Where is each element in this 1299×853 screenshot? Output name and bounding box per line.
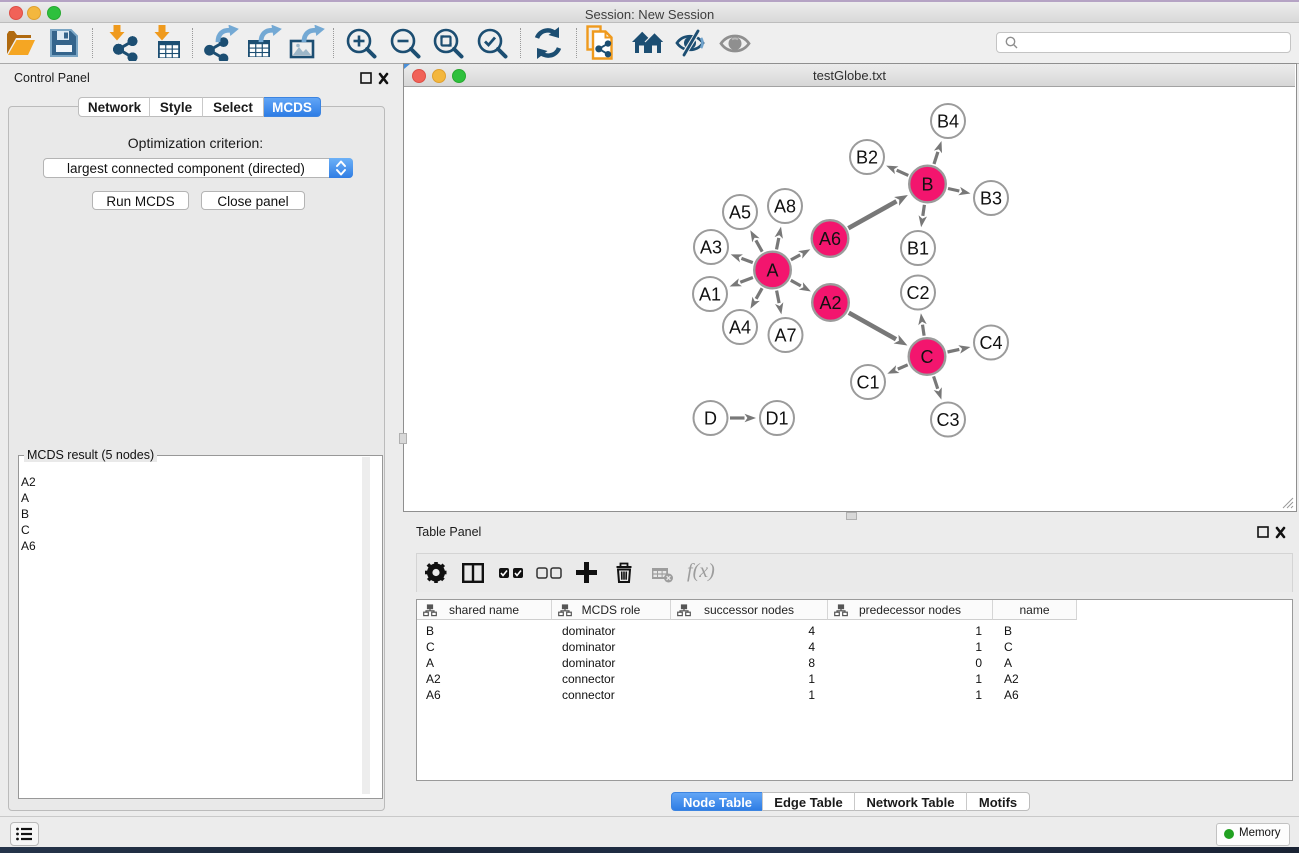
svg-text:A8: A8: [774, 197, 796, 217]
svg-text:A7: A7: [774, 326, 796, 346]
svg-text:A3: A3: [700, 238, 722, 258]
svg-text:C3: C3: [936, 410, 959, 430]
svg-text:C4: C4: [979, 333, 1002, 353]
svg-text:B2: B2: [856, 148, 878, 168]
svg-text:A2: A2: [819, 293, 841, 313]
svg-text:B: B: [921, 175, 933, 195]
svg-text:C1: C1: [856, 373, 879, 393]
svg-text:B3: B3: [980, 189, 1002, 209]
svg-text:D1: D1: [765, 409, 788, 429]
svg-text:A1: A1: [699, 285, 721, 305]
svg-text:C2: C2: [906, 283, 929, 303]
svg-text:D: D: [704, 409, 717, 429]
svg-text:B1: B1: [907, 239, 929, 259]
svg-text:A: A: [766, 261, 778, 281]
svg-text:A4: A4: [729, 318, 751, 338]
svg-text:C: C: [921, 347, 934, 367]
svg-text:A6: A6: [819, 229, 841, 249]
svg-text:B4: B4: [937, 112, 959, 132]
svg-text:A5: A5: [729, 203, 751, 223]
